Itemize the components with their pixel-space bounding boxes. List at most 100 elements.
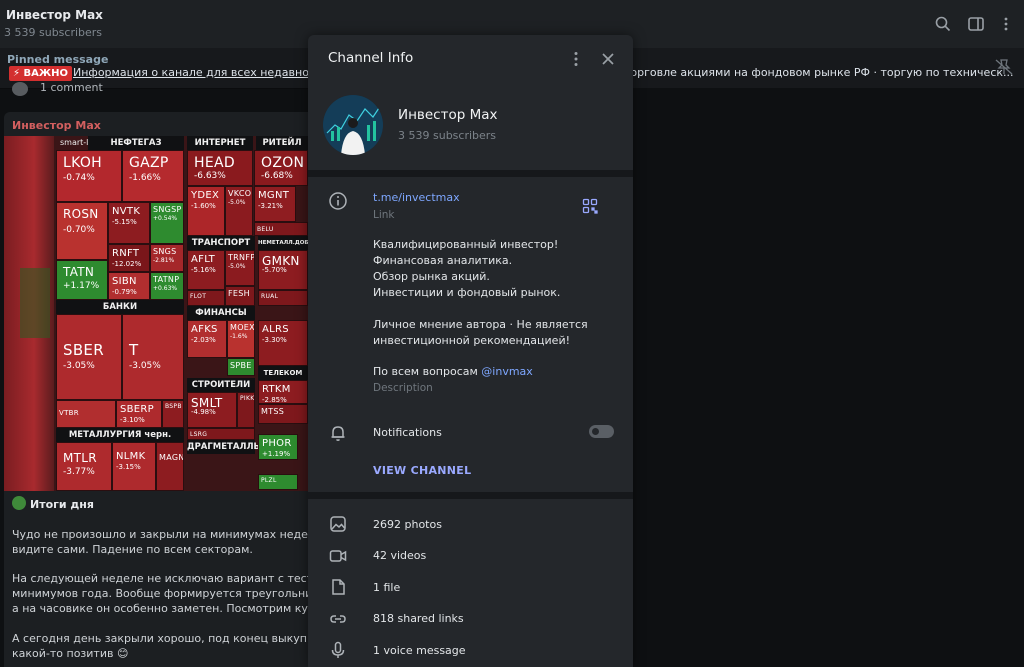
close-icon[interactable] <box>598 49 618 69</box>
microphone-icon <box>328 640 348 660</box>
description-line: Обзор рынка акций. <box>373 270 490 283</box>
tile-gazp: GAZP -1.66% <box>122 150 184 202</box>
comments-count[interactable]: 1 comment <box>40 81 103 94</box>
tile-magn: MAGN <box>156 442 184 491</box>
tile-plzl: PLZL <box>258 474 298 490</box>
comment-avatar <box>12 82 28 96</box>
sector-builders: СТРОИТЕЛИ <box>187 378 255 392</box>
more-vertical-icon[interactable] <box>566 49 586 69</box>
info-icon <box>328 191 348 211</box>
tile-moex: MOEX -1.6% <box>227 320 255 358</box>
link-icon <box>328 609 348 629</box>
sector-metals: МЕТАЛЛУРГИЯ черн. <box>56 428 184 442</box>
post-author[interactable]: Инвестор Max <box>12 119 101 132</box>
post-text-line: А сегодня день закрыли хорошо, под конец… <box>12 632 349 645</box>
tile-tatnp: TATNP +0.63% <box>150 272 184 300</box>
more-vertical-icon[interactable] <box>997 15 1015 33</box>
sector-banks: БАНКИ <box>56 300 184 314</box>
heatmap-blur-green <box>20 268 50 338</box>
shared-voice-messages[interactable]: 1 voice message <box>373 644 466 657</box>
tile-flot: FLOT <box>187 290 225 306</box>
pinned-message-text[interactable]: Информация о канале для всех недавно при… <box>73 66 340 79</box>
sector-transport: ТРАНСПОРТ <box>187 236 255 250</box>
tile-lsrg: LSRG <box>187 428 255 440</box>
sector-nonmetal: НЕМЕТАЛЛ.ДОБЫЧА <box>258 236 308 250</box>
tile-bspb: BSPB <box>162 400 184 428</box>
notifications-label: Notifications <box>373 426 442 439</box>
channel-info-panel: Channel Info Инвестор Max 3 539 subscrib… <box>308 35 633 667</box>
chat-title[interactable]: Инвестор Max <box>6 8 103 22</box>
search-icon[interactable] <box>934 15 952 33</box>
tile-sibn: SIBN -0.79% <box>108 272 150 300</box>
tile-belu: BELU <box>254 222 308 236</box>
tile-nlmk: NLMK -3.15% <box>112 442 156 491</box>
post-text-line: Чудо не произошло и закрыли на минимумах… <box>12 528 346 541</box>
panel-title: Channel Info <box>328 50 414 66</box>
shared-videos[interactable]: 42 videos <box>373 549 426 562</box>
description-line: инвестиционной рекомендацией! <box>373 334 571 347</box>
channel-avatar[interactable] <box>323 95 383 155</box>
unpin-icon[interactable] <box>993 58 1015 76</box>
description-line: Инвестиции и фондовый рынок. <box>373 286 561 299</box>
divider <box>308 170 633 177</box>
post-headline: Итоги дня <box>30 498 94 511</box>
shared-photos[interactable]: 2692 photos <box>373 518 442 531</box>
market-heatmap-image[interactable]: smart-lab.ru НЕФТЕГАЗ ИНТЕРНЕТ РИТЕЙЛ ТР… <box>4 136 308 491</box>
video-icon <box>328 546 348 566</box>
description-caption: Description <box>373 382 433 394</box>
bell-icon <box>328 423 348 443</box>
qr-code-icon[interactable] <box>582 198 598 214</box>
tile-t: T -3.05% <box>122 314 184 400</box>
tile-mgnt: MGNT -3.21% <box>254 186 296 222</box>
tile-fesh: FESH <box>225 286 255 306</box>
view-channel-button[interactable]: VIEW CHANNEL <box>373 464 471 477</box>
tile-mtlr: MTLR -3.77% <box>56 442 112 491</box>
post-text-line: какой-то позитив 😊 <box>12 647 129 660</box>
description-line: Квалифицированный инвестор! <box>373 238 559 251</box>
post-text-line: На следующей неделе не исключаю вариант … <box>12 572 329 585</box>
tile-phor: PHOR +1.19% <box>258 434 298 460</box>
tile-vtbr: VTBR <box>56 400 116 428</box>
channel-link[interactable]: t.me/invectmax <box>373 191 460 204</box>
tile-rual: RUAL <box>258 290 308 306</box>
tile-ozon: OZON -6.68% <box>254 150 308 186</box>
sidebar-toggle-icon[interactable] <box>967 15 985 33</box>
link-caption: Link <box>373 209 395 221</box>
pinned-message-text-tail[interactable]: торговле акциями на фондовом рынке РФ · … <box>624 66 1014 79</box>
tile-aflt: AFLT -5.16% <box>187 250 225 290</box>
tile-head: HEAD -6.63% <box>187 150 253 186</box>
sector-precious: ДРАГМЕТАЛЛЫ <box>187 440 263 454</box>
shared-files[interactable]: 1 file <box>373 581 400 594</box>
sector-finance: ФИНАНСЫ <box>187 306 255 320</box>
file-icon <box>328 577 348 597</box>
description-line: Личное мнение автора · Не является <box>373 318 588 331</box>
tile-lkoh: LKOH -0.74% <box>56 150 122 202</box>
photo-icon <box>328 514 348 534</box>
tile-spbe: SPBE <box>227 358 255 376</box>
channel-subscribers: 3 539 subscribers <box>398 129 497 142</box>
tile-sber: SBER -3.05% <box>56 314 122 400</box>
pinned-label: Pinned message <box>7 53 109 66</box>
contact-mention-link[interactable]: @invmax <box>481 365 533 378</box>
tile-vkco: VKCO -5.0% <box>225 186 253 236</box>
tile-tatn: TATN +1.17% <box>56 260 108 300</box>
tile-gmkn: GMKN -5.70% <box>258 250 308 290</box>
sector-telecom: ТЕЛЕКОМ <box>258 366 308 380</box>
tile-afks: AFKS -2.03% <box>187 320 227 358</box>
tile-rnft: RNFT -12.02% <box>108 244 150 272</box>
sector-internet: ИНТЕРНЕТ <box>187 136 253 150</box>
description-line: Финансовая аналитика. <box>373 254 513 267</box>
headline-emoji-icon <box>12 496 26 510</box>
tile-alrs: ALRS -3.30% <box>258 320 308 366</box>
shared-links[interactable]: 818 shared links <box>373 612 464 625</box>
tile-trnfp: TRNFP -5.0% <box>225 250 255 286</box>
tile-nvtk: NVTK -5.15% <box>108 202 150 244</box>
tile-pikk: PIKK <box>237 392 255 428</box>
notifications-toggle[interactable] <box>589 425 614 438</box>
tile-rosn: ROSN -0.70% <box>56 202 108 260</box>
sector-oil-gas: НЕФТЕГАЗ <box>88 136 184 150</box>
tile-rtkm: RTKM -2.85% <box>258 380 308 404</box>
tile-smlt: SMLT -4.98% <box>187 392 237 428</box>
chat-background <box>633 88 1024 667</box>
description-contact-line: По всем вопросам @invmax <box>373 365 533 378</box>
